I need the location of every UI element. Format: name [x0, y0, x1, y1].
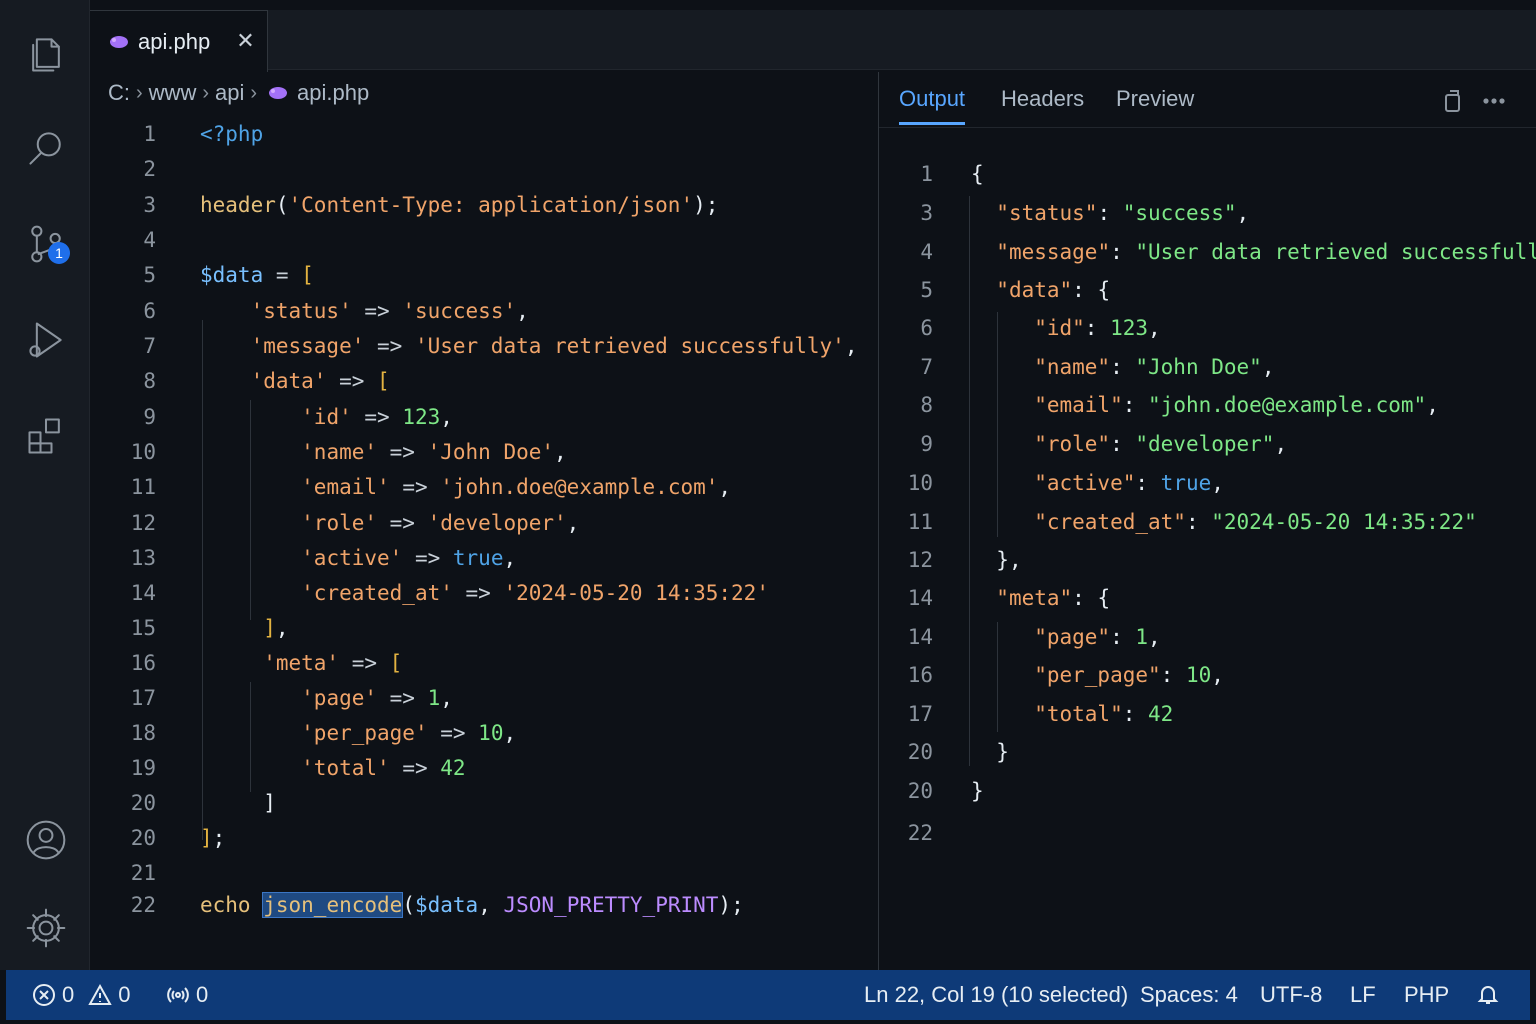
code-line: 20];	[130, 826, 226, 850]
code-line: 5 $data = [	[143, 263, 314, 287]
settings-gear-icon[interactable]	[22, 904, 70, 952]
eol-setting[interactable]: LF	[1350, 982, 1376, 1008]
files-icon[interactable]	[22, 30, 70, 78]
extensions-icon[interactable]	[22, 412, 70, 460]
tab-label: api.php	[138, 28, 211, 54]
output-line: 20}	[907, 779, 984, 803]
code-line: 17 'page' => 1,	[130, 686, 453, 710]
chevron-right-icon: ›	[250, 81, 258, 104]
output-line: 5 "data": {	[920, 278, 1111, 302]
output-line: 20 }	[907, 740, 1009, 764]
php-elephant-icon	[110, 35, 128, 48]
code-line: 8 'data' => [	[143, 369, 390, 393]
output-line: 14 "meta": {	[907, 586, 1111, 610]
code-line: 13 'active' => true,	[130, 546, 517, 570]
scm-badge: 1	[48, 242, 70, 264]
code-line: 9 'id' => 123,	[143, 405, 453, 429]
output-line: 11 "created_at": "2024-05-20 14:35:22"	[907, 510, 1477, 534]
cursor-position[interactable]: Ln 22, Col 19 (10 selected)	[864, 982, 1128, 1008]
ports-count: 0	[196, 982, 209, 1007]
error-icon	[33, 984, 55, 1006]
account-icon[interactable]	[22, 816, 70, 864]
output-line: 17 "total": 42	[907, 702, 1174, 726]
tab-headers[interactable]: Headers	[1001, 86, 1084, 112]
status-bar: 0 0 0 Ln 22, Col 19 (10 selected) Spaces…	[6, 970, 1530, 1020]
response-panel: Output Headers Preview 1{ 3 "status": "s…	[878, 72, 1536, 970]
copy-icon[interactable]	[1439, 88, 1465, 114]
output-line: 12 },	[907, 548, 1022, 572]
code-line: 11 'email' => 'john.doe@example.com',	[130, 475, 732, 499]
editor-tab-bar: api.php ✕	[90, 10, 1536, 72]
code-line: 14 'created_at' => '2024-05-20 14:35:22'	[130, 581, 769, 605]
output-line: 16 "per_page": 10,	[907, 663, 1224, 687]
breadcrumb-file[interactable]: api.php	[297, 80, 369, 106]
breadcrumb-api[interactable]: api	[215, 80, 244, 106]
panel-tab-bar: Output Headers Preview	[879, 72, 1536, 128]
tab-preview[interactable]: Preview	[1116, 86, 1194, 112]
code-line: 3 header('Content-Type: application/json'…	[143, 193, 719, 217]
active-tab-indicator	[899, 122, 965, 125]
output-line: 4 "message": "User data retrieved succes…	[920, 240, 1536, 264]
code-line: 1 <?php	[143, 122, 264, 146]
output-line: 3 "status": "success",	[920, 201, 1250, 225]
code-line: 15 ],	[130, 616, 289, 640]
run-debug-icon[interactable]	[22, 316, 70, 364]
warning-count: 0	[118, 982, 131, 1007]
chevron-right-icon: ›	[202, 81, 210, 104]
code-line: 16 'meta' => [	[130, 651, 403, 675]
notifications-bell-icon[interactable]	[1476, 982, 1506, 1006]
warning-icon	[88, 983, 112, 1005]
output-line: 8 "email": "john.doe@example.com",	[920, 393, 1439, 417]
indentation-setting[interactable]: Spaces: 4	[1140, 982, 1238, 1008]
code-line: 20 ]	[130, 791, 276, 815]
code-line: 7 'message' => 'User data retrieved succ…	[143, 334, 858, 358]
error-count: 0	[62, 982, 75, 1007]
breadcrumb: C: › www › api › api.php	[108, 78, 369, 108]
code-line: 22 echo json_encode($data, JSON_PRETTY_PR…	[130, 892, 744, 918]
tab-bar-empty-area	[268, 10, 1536, 70]
language-mode[interactable]: PHP	[1404, 982, 1449, 1008]
output-line: 1{	[920, 162, 984, 186]
code-line: 19 'total' => 42	[130, 756, 466, 780]
chevron-right-icon: ›	[136, 81, 143, 104]
activity-bar: 1	[0, 0, 90, 970]
close-icon[interactable]: ✕	[236, 29, 254, 54]
output-line: 22	[907, 821, 933, 845]
code-line: 21	[130, 861, 156, 885]
source-control-icon[interactable]: 1	[22, 220, 70, 268]
output-line: 7 "name": "John Doe",	[920, 355, 1275, 379]
output-line: 10 "active": true,	[907, 471, 1224, 495]
php-elephant-icon	[269, 87, 288, 99]
output-line: 14 "page": 1,	[907, 625, 1161, 649]
output-line: 6 "id": 123,	[920, 316, 1161, 340]
output-line: 9 "role": "developer",	[920, 432, 1288, 456]
code-line: 6 'status' => 'success',	[143, 299, 529, 323]
code-line: 10 'name' => 'John Doe',	[130, 440, 567, 464]
code-line: 18 'per_page' => 10,	[130, 721, 517, 745]
ports-indicator[interactable]: 0	[166, 982, 208, 1008]
code-editor[interactable]: 1 <?php 2 3 header('Content-Type: applicat…	[90, 112, 878, 970]
code-line: 2	[143, 157, 156, 181]
selected-text[interactable]: json_encode	[262, 892, 404, 918]
code-line: 12 'role' => 'developer',	[130, 511, 580, 535]
more-actions-icon[interactable]	[1481, 88, 1507, 114]
tab-output[interactable]: Output	[899, 86, 965, 112]
breadcrumb-drive[interactable]: C:	[108, 80, 130, 106]
encoding-setting[interactable]: UTF-8	[1260, 982, 1322, 1008]
breadcrumb-www[interactable]: www	[149, 80, 197, 106]
code-line: 4	[143, 228, 156, 252]
search-icon[interactable]	[22, 124, 70, 172]
broadcast-icon	[167, 987, 189, 1003]
tab-api-php[interactable]: api.php ✕	[90, 10, 268, 72]
problems-indicator[interactable]: 0 0	[32, 982, 131, 1008]
